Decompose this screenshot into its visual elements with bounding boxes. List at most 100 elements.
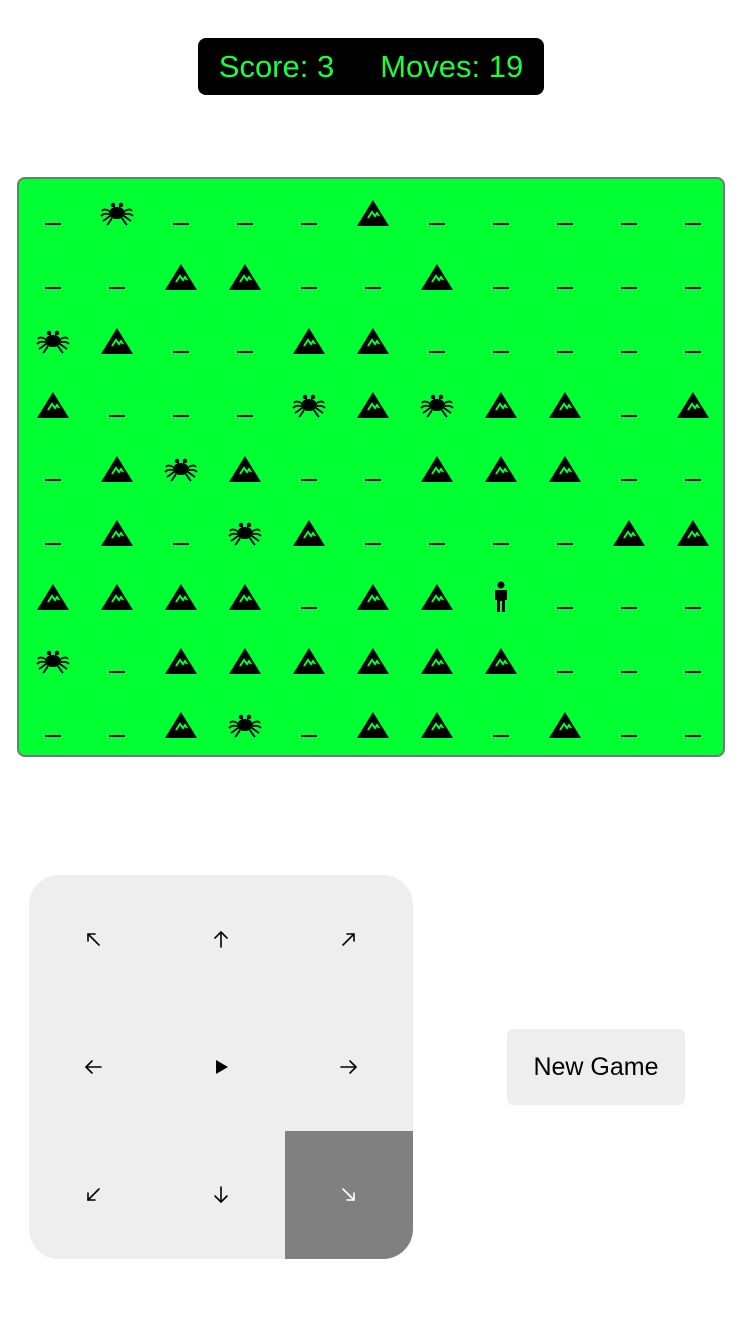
dpad-wait-button[interactable]: [157, 1003, 285, 1131]
mountain-icon: [228, 455, 262, 483]
mountain-icon: [164, 711, 198, 739]
board-cell-spider: [213, 693, 277, 757]
board-cell-empty: [405, 501, 469, 565]
board-cell-empty: [85, 245, 149, 309]
mountain-icon: [228, 263, 262, 291]
board-cell-empty: [469, 309, 533, 373]
board-cell-empty: [533, 309, 597, 373]
board-cell-empty: [213, 373, 277, 437]
empty-tile-icon: [556, 669, 574, 675]
empty-tile-icon: [684, 285, 702, 291]
board-cell-mountain: [85, 501, 149, 565]
empty-tile-icon: [620, 349, 638, 355]
board-cell-empty: [661, 181, 725, 245]
board-cell-mountain: [469, 373, 533, 437]
board-cell-empty: [85, 693, 149, 757]
empty-tile-icon: [492, 285, 510, 291]
arrow-down-left-icon: [83, 1185, 103, 1205]
mountain-icon: [164, 583, 198, 611]
board-cell-mountain: [597, 501, 661, 565]
board-cell-mountain: [213, 629, 277, 693]
empty-tile-icon: [684, 477, 702, 483]
board-cell-mountain: [533, 373, 597, 437]
board-cell-empty: [469, 245, 533, 309]
empty-tile-icon: [492, 541, 510, 547]
board-cell-empty: [597, 565, 661, 629]
empty-tile-icon: [236, 221, 254, 227]
mountain-icon: [292, 327, 326, 355]
board-cell-mountain: [469, 629, 533, 693]
mountain-icon: [548, 455, 582, 483]
board-cell-empty: [21, 501, 85, 565]
dpad-w-button[interactable]: [29, 1003, 157, 1131]
empty-tile-icon: [300, 285, 318, 291]
direction-pad: [29, 875, 413, 1259]
dpad-nw-button[interactable]: [29, 875, 157, 1003]
dpad-e-button[interactable]: [285, 1003, 413, 1131]
new-game-button[interactable]: New Game: [507, 1029, 685, 1105]
board-cell-empty: [277, 181, 341, 245]
dpad-sw-button[interactable]: [29, 1131, 157, 1259]
mountain-icon: [36, 583, 70, 611]
spider-icon: [36, 647, 70, 675]
mountain-icon: [356, 711, 390, 739]
board-cell-empty: [469, 693, 533, 757]
empty-tile-icon: [300, 221, 318, 227]
arrow-up-right-icon: [339, 929, 359, 949]
board-cell-empty: [21, 181, 85, 245]
empty-tile-icon: [684, 733, 702, 739]
mountain-icon: [612, 519, 646, 547]
dpad-ne-button[interactable]: [285, 875, 413, 1003]
empty-tile-icon: [620, 733, 638, 739]
board-cell-empty: [469, 501, 533, 565]
empty-tile-icon: [620, 413, 638, 419]
board-cell-mountain: [149, 245, 213, 309]
board-cell-empty: [597, 245, 661, 309]
mountain-icon: [420, 455, 454, 483]
mountain-icon: [100, 519, 134, 547]
empty-tile-icon: [364, 541, 382, 547]
empty-tile-icon: [492, 221, 510, 227]
empty-tile-icon: [492, 349, 510, 355]
board-cell-mountain: [405, 565, 469, 629]
spider-icon: [36, 327, 70, 355]
mountain-icon: [356, 391, 390, 419]
mountain-icon: [292, 647, 326, 675]
mountain-icon: [420, 583, 454, 611]
mountain-icon: [548, 711, 582, 739]
mountain-icon: [484, 391, 518, 419]
arrow-down-right-icon: [339, 1185, 359, 1205]
empty-tile-icon: [172, 541, 190, 547]
board-cell-empty: [213, 309, 277, 373]
empty-tile-icon: [44, 221, 62, 227]
board-cell-empty: [661, 565, 725, 629]
board-cell-empty: [277, 437, 341, 501]
empty-tile-icon: [684, 221, 702, 227]
empty-tile-icon: [620, 669, 638, 675]
dpad-s-button[interactable]: [157, 1131, 285, 1259]
mountain-icon: [356, 647, 390, 675]
board-cell-mountain: [341, 373, 405, 437]
board-cell-empty: [341, 501, 405, 565]
board-cell-empty: [405, 181, 469, 245]
empty-tile-icon: [492, 733, 510, 739]
board-cell-mountain: [341, 565, 405, 629]
empty-tile-icon: [172, 413, 190, 419]
empty-tile-icon: [44, 477, 62, 483]
board-cell-mountain: [469, 437, 533, 501]
dpad-n-button[interactable]: [157, 875, 285, 1003]
board-cell-mountain: [661, 501, 725, 565]
empty-tile-icon: [172, 221, 190, 227]
mountain-icon: [292, 519, 326, 547]
board-cell-empty: [597, 693, 661, 757]
dpad-se-button[interactable]: [285, 1131, 413, 1259]
empty-tile-icon: [428, 349, 446, 355]
board-cell-spider: [149, 437, 213, 501]
board-cell-empty: [469, 181, 533, 245]
board-cell-empty: [597, 181, 661, 245]
mountain-icon: [484, 647, 518, 675]
empty-tile-icon: [620, 477, 638, 483]
board-cell-empty: [533, 565, 597, 629]
empty-tile-icon: [428, 541, 446, 547]
board-cell-mountain: [21, 373, 85, 437]
